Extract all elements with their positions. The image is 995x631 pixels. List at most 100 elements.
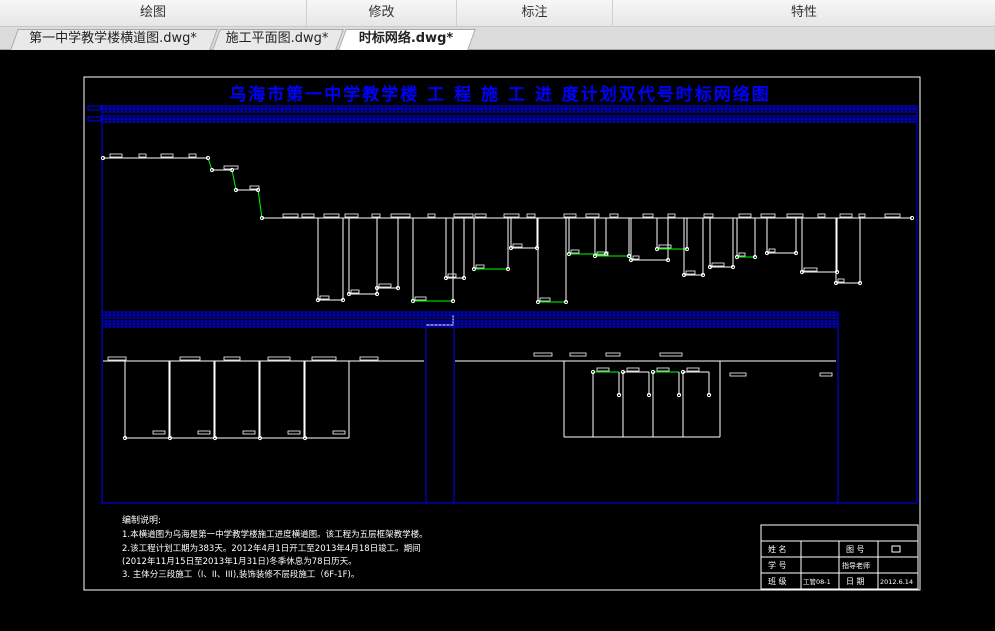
- ribbon-panel-bar: 绘图 修改 标注 特性: [0, 0, 995, 27]
- drawing-frame: [83, 76, 921, 591]
- activity-label-box: [526, 213, 536, 218]
- notes-line-2: 2.该工程计划工期为383天。2012年4月1日开工至2013年4月18日竣工。…: [122, 543, 421, 554]
- activity-label-box: [197, 430, 211, 435]
- activity-label-box: [569, 352, 587, 357]
- activity-label-box: [475, 264, 485, 269]
- title-block-text: 姓 名 学 号 班 级 工管08-1 图 号 指导老师 日 期 2012.6.1…: [768, 544, 913, 586]
- ribbon-group-modify-label: 修改: [368, 5, 395, 20]
- activity-label-box: [427, 213, 436, 218]
- activity-label-box: [350, 289, 360, 294]
- tb-class-label: 班 级: [768, 576, 787, 586]
- drawing-title: 乌海市第一中学教学楼 工 程 施 工 进 度计划双代号时标网络图: [229, 84, 771, 105]
- tb-date-value: 2012.6.14: [880, 578, 913, 586]
- activity-label-box: [160, 153, 174, 158]
- activity-label-box: [605, 352, 621, 357]
- activity-label-box: [138, 153, 147, 158]
- activity-label-box: [319, 295, 330, 300]
- activity-arrow: [231, 169, 237, 191]
- ribbon-group-annotate[interactable]: 标注: [457, 0, 613, 26]
- activity-label-box: [539, 297, 551, 302]
- tab-file-1-label: 第一中学教学楼横道图.dwg*: [29, 31, 197, 46]
- tb-class-value: 工管08-1: [803, 577, 831, 586]
- grid-side-tag-2: [87, 116, 102, 122]
- activity-label-box: [685, 270, 696, 275]
- activity-label-box: [656, 367, 670, 372]
- activity-label-box: [760, 213, 776, 218]
- activity-label-box: [323, 213, 340, 218]
- timescale-grid: [87, 105, 918, 504]
- activity-arrow: [257, 189, 263, 219]
- activity-label-box: [301, 213, 315, 218]
- tab-file-2[interactable]: 施工平面图.dwg*: [212, 29, 344, 50]
- activity-label-box: [729, 372, 747, 377]
- tb-date-label: 日 期: [846, 577, 865, 586]
- activity-label-box: [686, 367, 700, 372]
- ribbon-group-draw-label: 绘图: [139, 5, 166, 20]
- notes-line-3: (2012年11月15日至2013年1月31日)冬季休息为78日历天。: [122, 556, 357, 567]
- drawing-canvas[interactable]: 乌海市第一中学教学楼 工 程 施 工 进 度计划双代号时标网络图 编制说明: 1…: [0, 50, 995, 627]
- tb-name-label: 姓 名: [768, 544, 787, 554]
- compilation-notes: 编制说明: 1.本横道图为乌海是第一中学教学楼施工进度横道图。该工程为五层框架教…: [122, 514, 428, 580]
- grid-side-tag-1: [87, 105, 102, 111]
- activity-label-box: [390, 213, 411, 218]
- notes-line-4: 3. 主体分三段施工（I、II、III),装饰装修不层段施工（6F-1F)。: [122, 569, 359, 580]
- ribbon-group-modify[interactable]: 修改: [307, 0, 457, 26]
- activity-label-box: [570, 249, 580, 254]
- activity-label-box: [287, 430, 301, 435]
- ribbon-group-properties-label: 特性: [790, 5, 817, 20]
- activity-label-box: [267, 356, 291, 361]
- activity-label-box: [884, 213, 901, 218]
- activity-label-box: [711, 262, 725, 267]
- activity-label-box: [344, 213, 359, 218]
- activity-label-box: [107, 356, 127, 361]
- activity-label-box: [819, 372, 833, 377]
- activity-label-box: [447, 273, 457, 278]
- tab-file-2-label: 施工平面图.dwg*: [225, 31, 329, 46]
- activity-label-box: [474, 213, 487, 218]
- activity-label-box: [503, 213, 520, 218]
- activity-label-box: [533, 352, 553, 357]
- activity-label-box: [512, 243, 523, 248]
- activity-label-box: [817, 213, 826, 218]
- activity-label-box: [179, 356, 201, 361]
- activity-label-box: [642, 213, 654, 218]
- activity-label-box: [359, 356, 379, 361]
- activity-label-box: [282, 213, 299, 218]
- activity-label-box: [152, 430, 166, 435]
- tab-file-3-label: 时标网络.dwg*: [358, 31, 454, 46]
- activity-label-box: [378, 283, 392, 288]
- notes-heading: 编制说明:: [122, 514, 161, 526]
- tb-id-label: 学 号: [768, 560, 787, 570]
- activity-label-box: [667, 213, 676, 218]
- ribbon-group-properties[interactable]: 特性: [613, 0, 995, 26]
- file-tab-bar: 第一中学教学楼横道图.dwg* 施工平面图.dwg* 时标网络.dwg*: [0, 27, 995, 50]
- activity-label-box: [858, 213, 866, 218]
- notes-line-1: 1.本横道图为乌海是第一中学教学楼施工进度横道图。该工程为五层框架教学楼。: [122, 529, 428, 540]
- activity-label-box: [371, 213, 381, 218]
- activity-label-box: [768, 248, 776, 253]
- tb-drawing-no-label: 图 号: [846, 545, 865, 554]
- tab-file-3[interactable]: 时标网络.dwg*: [338, 29, 476, 50]
- activity-label-box: [839, 213, 853, 218]
- activity-label-box: [453, 213, 474, 218]
- drawing-svg: 乌海市第一中学教学楼 工 程 施 工 进 度计划双代号时标网络图 编制说明: 1…: [83, 76, 921, 591]
- activity-label-box: [563, 213, 577, 218]
- activity-label-box: [596, 367, 610, 372]
- activity-label-box: [703, 213, 714, 218]
- activity-label-box: [188, 153, 197, 158]
- ribbon-group-annotate-label: 标注: [521, 5, 548, 20]
- activity-label-box: [632, 255, 640, 260]
- network-diagram: [100, 153, 915, 441]
- activity-label-box: [658, 244, 672, 249]
- activity-label-box: [626, 367, 640, 372]
- activity-label-box: [803, 267, 818, 272]
- activity-label-box: [223, 356, 241, 361]
- tab-file-1[interactable]: 第一中学教学楼横道图.dwg*: [10, 29, 218, 50]
- ribbon-group-draw[interactable]: 绘图: [0, 0, 307, 26]
- activity-label-box: [585, 213, 600, 218]
- activity-label-box: [738, 252, 746, 257]
- activity-label-box: [311, 356, 337, 361]
- activity-label-box: [242, 430, 256, 435]
- grid-border: [101, 105, 918, 504]
- activity-label-box: [738, 213, 752, 218]
